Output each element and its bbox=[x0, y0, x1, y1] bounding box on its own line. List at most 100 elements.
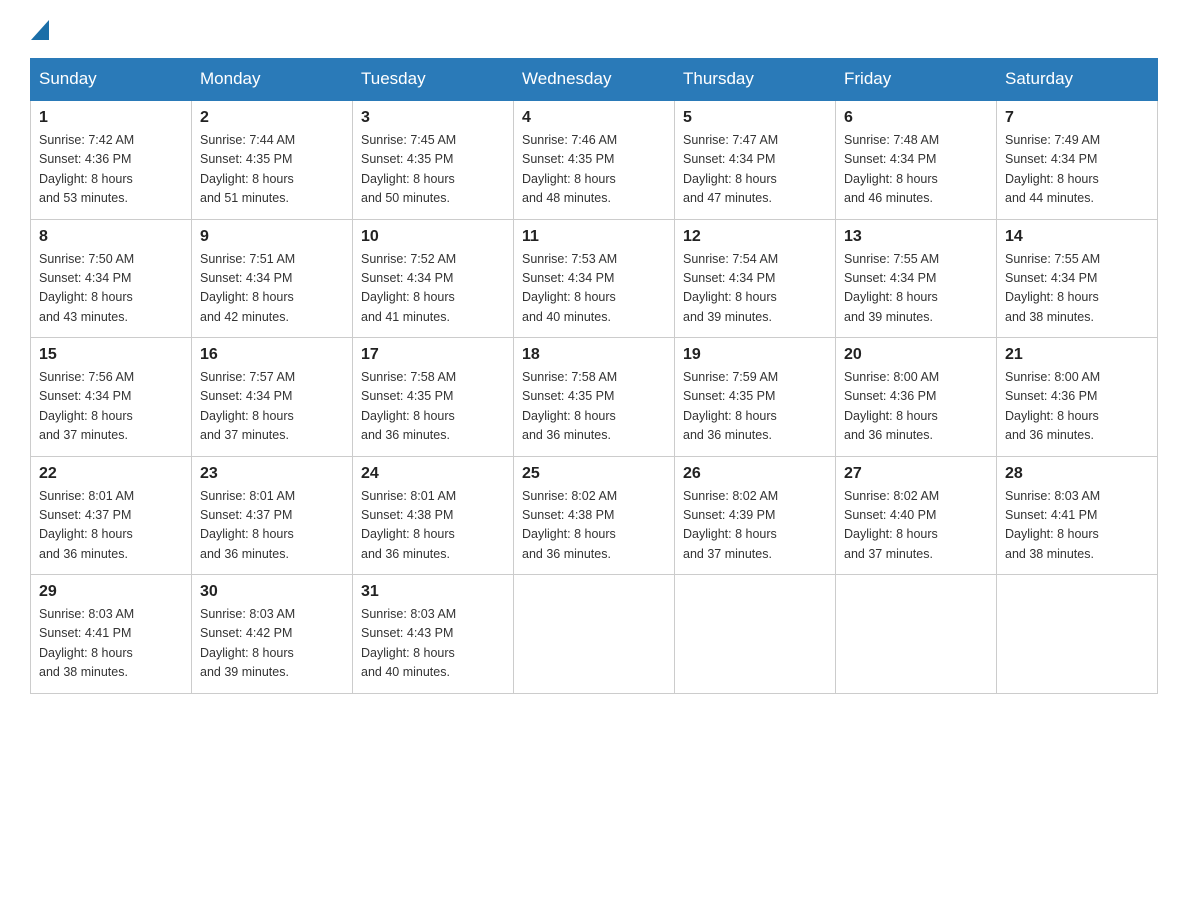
day-info: Sunrise: 7:42 AMSunset: 4:36 PMDaylight:… bbox=[39, 131, 183, 209]
calendar-cell bbox=[836, 575, 997, 694]
col-header-thursday: Thursday bbox=[675, 59, 836, 101]
logo bbox=[30, 20, 50, 38]
day-number: 12 bbox=[683, 228, 827, 246]
calendar-cell: 8 Sunrise: 7:50 AMSunset: 4:34 PMDayligh… bbox=[31, 219, 192, 338]
day-info: Sunrise: 8:01 AMSunset: 4:37 PMDaylight:… bbox=[39, 487, 183, 565]
day-info: Sunrise: 8:03 AMSunset: 4:41 PMDaylight:… bbox=[1005, 487, 1149, 565]
day-info: Sunrise: 8:02 AMSunset: 4:39 PMDaylight:… bbox=[683, 487, 827, 565]
calendar-cell: 13 Sunrise: 7:55 AMSunset: 4:34 PMDaylig… bbox=[836, 219, 997, 338]
day-info: Sunrise: 7:44 AMSunset: 4:35 PMDaylight:… bbox=[200, 131, 344, 209]
calendar-cell: 22 Sunrise: 8:01 AMSunset: 4:37 PMDaylig… bbox=[31, 456, 192, 575]
day-number: 11 bbox=[522, 228, 666, 246]
day-number: 20 bbox=[844, 346, 988, 364]
col-header-saturday: Saturday bbox=[997, 59, 1158, 101]
col-header-wednesday: Wednesday bbox=[514, 59, 675, 101]
day-number: 18 bbox=[522, 346, 666, 364]
day-number: 30 bbox=[200, 583, 344, 601]
day-number: 17 bbox=[361, 346, 505, 364]
calendar-cell: 6 Sunrise: 7:48 AMSunset: 4:34 PMDayligh… bbox=[836, 100, 997, 219]
calendar-cell: 3 Sunrise: 7:45 AMSunset: 4:35 PMDayligh… bbox=[353, 100, 514, 219]
day-number: 27 bbox=[844, 465, 988, 483]
calendar-cell bbox=[675, 575, 836, 694]
calendar-cell: 4 Sunrise: 7:46 AMSunset: 4:35 PMDayligh… bbox=[514, 100, 675, 219]
calendar-cell: 29 Sunrise: 8:03 AMSunset: 4:41 PMDaylig… bbox=[31, 575, 192, 694]
col-header-tuesday: Tuesday bbox=[353, 59, 514, 101]
day-info: Sunrise: 7:56 AMSunset: 4:34 PMDaylight:… bbox=[39, 368, 183, 446]
calendar-cell: 11 Sunrise: 7:53 AMSunset: 4:34 PMDaylig… bbox=[514, 219, 675, 338]
day-number: 1 bbox=[39, 109, 183, 127]
day-info: Sunrise: 7:48 AMSunset: 4:34 PMDaylight:… bbox=[844, 131, 988, 209]
calendar-cell: 7 Sunrise: 7:49 AMSunset: 4:34 PMDayligh… bbox=[997, 100, 1158, 219]
calendar-cell: 20 Sunrise: 8:00 AMSunset: 4:36 PMDaylig… bbox=[836, 338, 997, 457]
calendar-cell: 23 Sunrise: 8:01 AMSunset: 4:37 PMDaylig… bbox=[192, 456, 353, 575]
calendar-cell: 26 Sunrise: 8:02 AMSunset: 4:39 PMDaylig… bbox=[675, 456, 836, 575]
day-info: Sunrise: 7:58 AMSunset: 4:35 PMDaylight:… bbox=[361, 368, 505, 446]
day-info: Sunrise: 7:59 AMSunset: 4:35 PMDaylight:… bbox=[683, 368, 827, 446]
day-number: 22 bbox=[39, 465, 183, 483]
calendar-cell bbox=[514, 575, 675, 694]
day-info: Sunrise: 7:57 AMSunset: 4:34 PMDaylight:… bbox=[200, 368, 344, 446]
calendar-cell: 1 Sunrise: 7:42 AMSunset: 4:36 PMDayligh… bbox=[31, 100, 192, 219]
day-info: Sunrise: 7:54 AMSunset: 4:34 PMDaylight:… bbox=[683, 250, 827, 328]
calendar-cell: 27 Sunrise: 8:02 AMSunset: 4:40 PMDaylig… bbox=[836, 456, 997, 575]
calendar-cell: 28 Sunrise: 8:03 AMSunset: 4:41 PMDaylig… bbox=[997, 456, 1158, 575]
day-info: Sunrise: 7:51 AMSunset: 4:34 PMDaylight:… bbox=[200, 250, 344, 328]
day-number: 9 bbox=[200, 228, 344, 246]
calendar-table: SundayMondayTuesdayWednesdayThursdayFrid… bbox=[30, 58, 1158, 694]
calendar-cell: 16 Sunrise: 7:57 AMSunset: 4:34 PMDaylig… bbox=[192, 338, 353, 457]
calendar-cell: 10 Sunrise: 7:52 AMSunset: 4:34 PMDaylig… bbox=[353, 219, 514, 338]
calendar-cell: 18 Sunrise: 7:58 AMSunset: 4:35 PMDaylig… bbox=[514, 338, 675, 457]
day-info: Sunrise: 7:49 AMSunset: 4:34 PMDaylight:… bbox=[1005, 131, 1149, 209]
col-header-monday: Monday bbox=[192, 59, 353, 101]
day-number: 10 bbox=[361, 228, 505, 246]
calendar-cell: 9 Sunrise: 7:51 AMSunset: 4:34 PMDayligh… bbox=[192, 219, 353, 338]
day-number: 4 bbox=[522, 109, 666, 127]
calendar-cell: 15 Sunrise: 7:56 AMSunset: 4:34 PMDaylig… bbox=[31, 338, 192, 457]
calendar-cell bbox=[997, 575, 1158, 694]
day-info: Sunrise: 7:50 AMSunset: 4:34 PMDaylight:… bbox=[39, 250, 183, 328]
day-number: 7 bbox=[1005, 109, 1149, 127]
day-number: 13 bbox=[844, 228, 988, 246]
day-number: 21 bbox=[1005, 346, 1149, 364]
calendar-week-row: 29 Sunrise: 8:03 AMSunset: 4:41 PMDaylig… bbox=[31, 575, 1158, 694]
col-header-friday: Friday bbox=[836, 59, 997, 101]
col-header-sunday: Sunday bbox=[31, 59, 192, 101]
page-header bbox=[30, 20, 1158, 38]
day-number: 5 bbox=[683, 109, 827, 127]
day-info: Sunrise: 8:02 AMSunset: 4:40 PMDaylight:… bbox=[844, 487, 988, 565]
calendar-cell: 30 Sunrise: 8:03 AMSunset: 4:42 PMDaylig… bbox=[192, 575, 353, 694]
calendar-cell: 25 Sunrise: 8:02 AMSunset: 4:38 PMDaylig… bbox=[514, 456, 675, 575]
day-info: Sunrise: 8:03 AMSunset: 4:43 PMDaylight:… bbox=[361, 605, 505, 683]
calendar-cell: 2 Sunrise: 7:44 AMSunset: 4:35 PMDayligh… bbox=[192, 100, 353, 219]
day-number: 31 bbox=[361, 583, 505, 601]
day-number: 2 bbox=[200, 109, 344, 127]
calendar-cell: 31 Sunrise: 8:03 AMSunset: 4:43 PMDaylig… bbox=[353, 575, 514, 694]
day-info: Sunrise: 7:52 AMSunset: 4:34 PMDaylight:… bbox=[361, 250, 505, 328]
calendar-week-row: 8 Sunrise: 7:50 AMSunset: 4:34 PMDayligh… bbox=[31, 219, 1158, 338]
day-info: Sunrise: 7:47 AMSunset: 4:34 PMDaylight:… bbox=[683, 131, 827, 209]
day-info: Sunrise: 8:01 AMSunset: 4:37 PMDaylight:… bbox=[200, 487, 344, 565]
day-number: 24 bbox=[361, 465, 505, 483]
day-info: Sunrise: 8:01 AMSunset: 4:38 PMDaylight:… bbox=[361, 487, 505, 565]
day-number: 8 bbox=[39, 228, 183, 246]
day-number: 14 bbox=[1005, 228, 1149, 246]
day-info: Sunrise: 7:55 AMSunset: 4:34 PMDaylight:… bbox=[1005, 250, 1149, 328]
day-number: 15 bbox=[39, 346, 183, 364]
calendar-week-row: 22 Sunrise: 8:01 AMSunset: 4:37 PMDaylig… bbox=[31, 456, 1158, 575]
day-info: Sunrise: 8:00 AMSunset: 4:36 PMDaylight:… bbox=[844, 368, 988, 446]
day-number: 25 bbox=[522, 465, 666, 483]
calendar-week-row: 15 Sunrise: 7:56 AMSunset: 4:34 PMDaylig… bbox=[31, 338, 1158, 457]
day-info: Sunrise: 8:02 AMSunset: 4:38 PMDaylight:… bbox=[522, 487, 666, 565]
day-info: Sunrise: 8:03 AMSunset: 4:42 PMDaylight:… bbox=[200, 605, 344, 683]
day-info: Sunrise: 7:55 AMSunset: 4:34 PMDaylight:… bbox=[844, 250, 988, 328]
day-number: 19 bbox=[683, 346, 827, 364]
calendar-cell: 5 Sunrise: 7:47 AMSunset: 4:34 PMDayligh… bbox=[675, 100, 836, 219]
day-number: 23 bbox=[200, 465, 344, 483]
day-info: Sunrise: 7:46 AMSunset: 4:35 PMDaylight:… bbox=[522, 131, 666, 209]
day-number: 26 bbox=[683, 465, 827, 483]
day-info: Sunrise: 7:58 AMSunset: 4:35 PMDaylight:… bbox=[522, 368, 666, 446]
calendar-cell: 14 Sunrise: 7:55 AMSunset: 4:34 PMDaylig… bbox=[997, 219, 1158, 338]
logo-triangle-icon bbox=[31, 20, 49, 40]
day-info: Sunrise: 8:03 AMSunset: 4:41 PMDaylight:… bbox=[39, 605, 183, 683]
day-number: 16 bbox=[200, 346, 344, 364]
